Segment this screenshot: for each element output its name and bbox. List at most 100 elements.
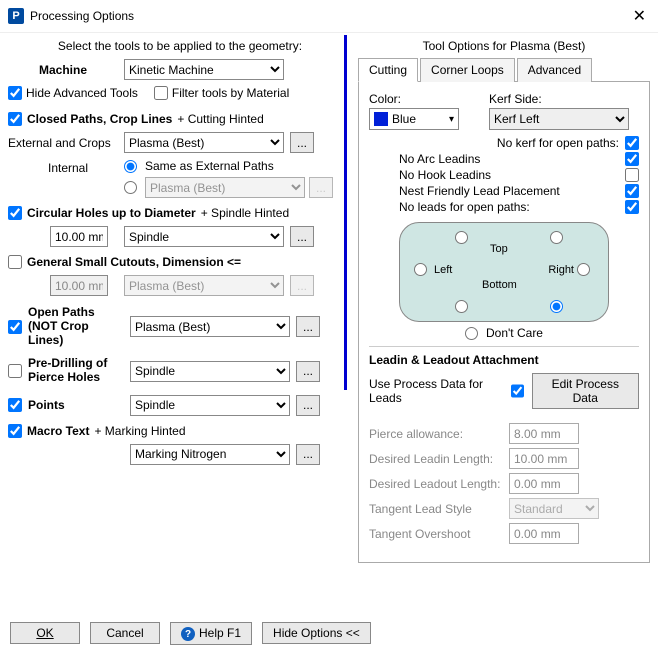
points-tool-select[interactable]: Spindle — [130, 395, 290, 416]
tangent-overshoot-input — [509, 523, 579, 544]
tangent-style-select: Standard — [509, 498, 599, 519]
tab-corner-loops[interactable]: Corner Loops — [420, 58, 515, 82]
lead-dont-care-radio[interactable] — [465, 327, 478, 340]
leadout-length-label: Desired Leadout Length: — [369, 477, 509, 491]
same-as-external-radio[interactable]: Same as External Paths — [124, 159, 333, 173]
leadin-section-header: Leadin & Leadout Attachment — [369, 346, 639, 367]
no-kerf-open-checkbox[interactable] — [625, 136, 639, 150]
cancel-button[interactable]: Cancel — [90, 622, 160, 644]
lead-bottom-right-radio[interactable] — [550, 300, 567, 313]
predrill-more-button[interactable]: ... — [296, 361, 320, 382]
hide-advanced-checkbox[interactable]: Hide Advanced Tools — [8, 86, 138, 100]
color-swatch — [374, 112, 388, 126]
no-leads-open-checkbox[interactable] — [625, 200, 639, 214]
no-arc-leadins-checkbox[interactable] — [625, 152, 639, 166]
circular-tool-select[interactable]: Spindle — [124, 226, 284, 247]
macro-text-more-button[interactable]: ... — [296, 444, 320, 465]
predrill-tool-select[interactable]: Spindle — [130, 361, 290, 382]
machine-select[interactable]: Kinetic Machine — [124, 59, 284, 80]
divider-bar — [344, 35, 347, 390]
circular-holes-checkbox[interactable] — [8, 206, 22, 220]
no-hook-leadins-checkbox[interactable] — [625, 168, 639, 182]
open-paths-more-button[interactable]: ... — [296, 316, 320, 337]
tab-advanced[interactable]: Advanced — [517, 58, 592, 82]
kerf-side-select[interactable]: Kerf Left — [489, 108, 629, 130]
small-cutouts-more-button: ... — [290, 275, 314, 296]
edit-process-data-button[interactable]: Edit Process Data — [532, 373, 639, 409]
circular-holes-hint: + Spindle Hinted — [201, 206, 289, 220]
lead-bottom-left-radio[interactable] — [455, 300, 472, 313]
macro-text-label: Macro Text — [27, 424, 89, 438]
lead-dont-care-label: Don't Care — [486, 326, 543, 340]
nest-friendly-checkbox[interactable] — [625, 184, 639, 198]
external-crops-label: External and Crops — [8, 136, 118, 150]
leadin-length-input — [509, 448, 579, 469]
lead-top-label: Top — [490, 243, 508, 255]
lead-top-left-radio[interactable] — [455, 231, 472, 244]
lead-top-right-radio[interactable] — [550, 231, 567, 244]
leadout-length-input — [509, 473, 579, 494]
open-paths-tool-select[interactable]: Plasma (Best) — [130, 316, 290, 337]
use-process-checkbox[interactable] — [511, 384, 524, 398]
lead-right-radio[interactable]: Right — [548, 263, 594, 276]
closed-paths-checkbox[interactable] — [8, 112, 22, 126]
tangent-style-label: Tangent Lead Style — [369, 502, 509, 516]
nest-friendly-label: Nest Friendly Lead Placement — [399, 184, 560, 198]
no-hook-leadins-label: No Hook Leadins — [399, 168, 491, 182]
hide-advanced-label: Hide Advanced Tools — [26, 86, 138, 100]
predrill-checkbox[interactable] — [8, 364, 22, 378]
hide-options-button[interactable]: Hide Options << — [262, 622, 371, 644]
circular-holes-label: Circular Holes up to Diameter — [27, 206, 196, 220]
macro-text-checkbox[interactable] — [8, 424, 22, 438]
closed-paths-label: Closed Paths, Crop Lines — [27, 112, 172, 126]
ok-button[interactable]: OK — [10, 622, 80, 644]
predrill-label-1: Pre-Drilling of — [28, 357, 124, 371]
internal-label: Internal — [8, 159, 118, 175]
right-title: Tool Options for Plasma (Best) — [358, 39, 650, 53]
chevron-down-icon: ▾ — [449, 114, 454, 125]
macro-text-tool-select[interactable]: Marking Nitrogen — [130, 444, 290, 465]
pierce-allowance-input — [509, 423, 579, 444]
internal-custom-radio[interactable] — [124, 181, 137, 194]
help-button[interactable]: ?Help F1 — [170, 622, 252, 646]
kerf-side-label: Kerf Side: — [489, 92, 629, 106]
color-select[interactable]: Blue ▾ — [369, 108, 459, 130]
leadin-length-label: Desired Leadin Length: — [369, 452, 509, 466]
lead-left-radio[interactable]: Left — [414, 263, 452, 276]
app-icon: P — [8, 8, 24, 24]
points-more-button[interactable]: ... — [296, 395, 320, 416]
use-process-label: Use Process Data for Leads — [369, 377, 503, 405]
points-checkbox[interactable] — [8, 398, 22, 412]
external-crops-more-button[interactable]: ... — [290, 132, 314, 153]
small-cutouts-tool-select: Plasma (Best) — [124, 275, 284, 296]
small-cutouts-checkbox[interactable] — [8, 255, 22, 269]
closed-paths-hint: + Cutting Hinted — [177, 112, 263, 126]
macro-text-hint: + Marking Hinted — [94, 424, 185, 438]
no-arc-leadins-label: No Arc Leadins — [399, 152, 480, 166]
predrill-label-2: Pierce Holes — [28, 371, 124, 385]
filter-material-checkbox[interactable]: Filter tools by Material — [154, 86, 289, 100]
internal-more-button: ... — [309, 177, 333, 198]
open-paths-label-1: Open Paths — [28, 306, 124, 320]
color-label: Color: — [369, 92, 459, 106]
tangent-overshoot-label: Tangent Overshoot — [369, 527, 509, 541]
close-icon[interactable]: ✕ — [629, 6, 650, 26]
external-crops-select[interactable]: Plasma (Best) — [124, 132, 284, 153]
open-paths-checkbox[interactable] — [8, 320, 22, 334]
circular-more-button[interactable]: ... — [290, 226, 314, 247]
help-icon: ? — [181, 627, 195, 641]
tab-cutting[interactable]: Cutting — [358, 58, 418, 82]
filter-material-label: Filter tools by Material — [172, 86, 289, 100]
points-label: Points — [28, 398, 124, 412]
small-cutouts-label: General Small Cutouts, Dimension <= — [27, 255, 241, 269]
no-leads-open-label: No leads for open paths: — [399, 200, 530, 214]
small-cutouts-dim-input — [50, 275, 108, 296]
lead-bottom-label: Bottom — [482, 279, 517, 291]
internal-tool-select: Plasma (Best) — [145, 177, 305, 198]
lead-position-box: Top Left Right Bottom — [399, 222, 609, 322]
machine-label: Machine — [8, 63, 118, 77]
left-subtitle: Select the tools to be applied to the ge… — [8, 39, 352, 53]
pierce-allowance-label: Pierce allowance: — [369, 427, 509, 441]
window-title: Processing Options — [30, 9, 629, 23]
circular-diameter-input[interactable] — [50, 226, 108, 247]
